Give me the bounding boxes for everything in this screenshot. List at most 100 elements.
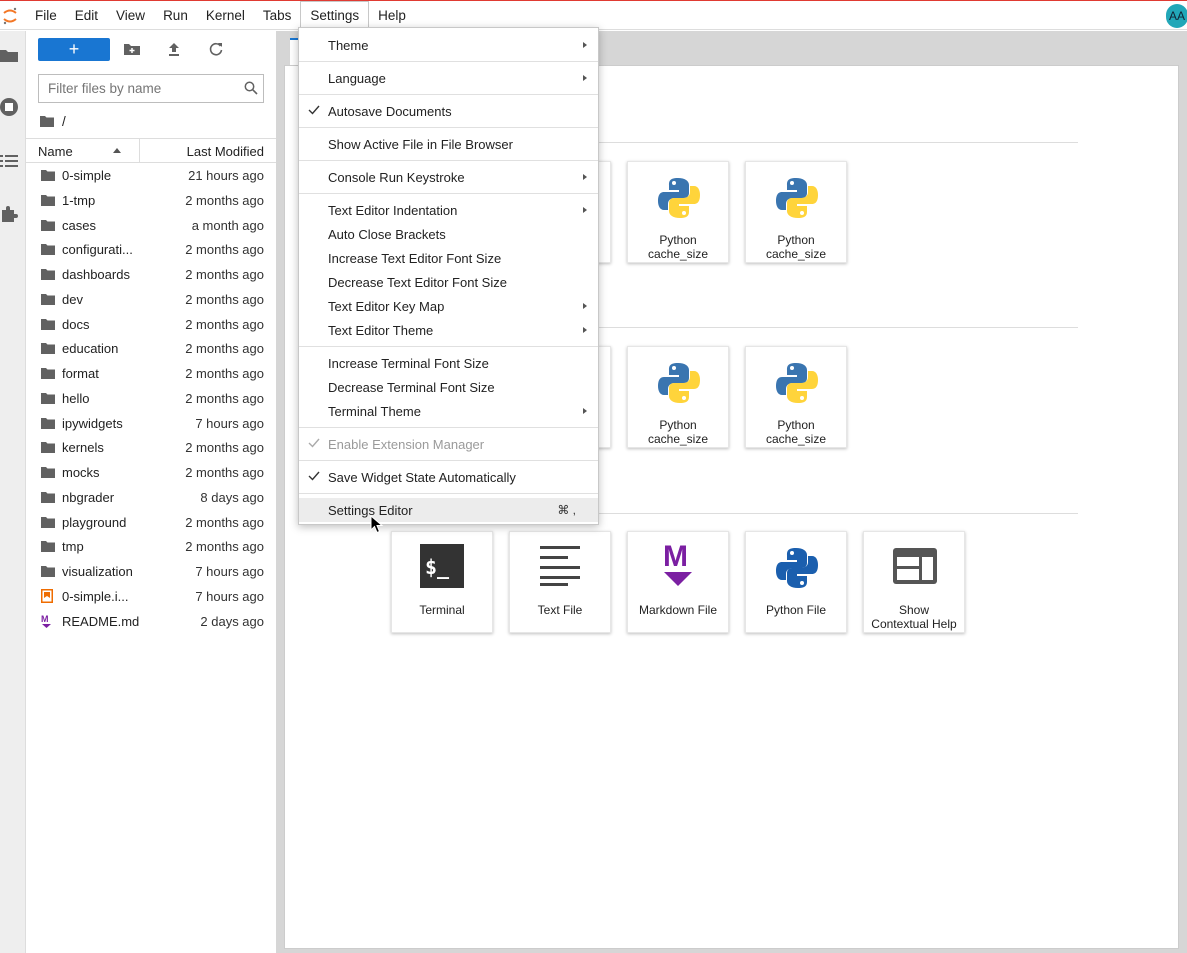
file-filter-input[interactable] bbox=[39, 75, 229, 102]
menu-item-settings-editor[interactable]: Settings Editor ⌘ , bbox=[299, 498, 598, 522]
menu-item-terminal-theme[interactable]: Terminal Theme bbox=[299, 399, 598, 423]
menu-separator bbox=[299, 127, 598, 128]
file-row[interactable]: tmp 2 months ago bbox=[26, 534, 276, 559]
folder-icon bbox=[41, 269, 55, 280]
file-last-modified: 2 months ago bbox=[185, 465, 264, 480]
notebook-card-python-cache-size-2[interactable]: Python cache_size bbox=[745, 161, 847, 263]
file-last-modified: 7 hours ago bbox=[195, 564, 264, 579]
table-of-contents-icon[interactable] bbox=[0, 152, 18, 170]
breadcrumb-root[interactable]: / bbox=[62, 114, 66, 129]
menu-tabs[interactable]: Tabs bbox=[254, 1, 301, 31]
text-file-card[interactable]: Text File bbox=[509, 531, 611, 633]
upload-icon[interactable] bbox=[165, 40, 183, 58]
menu-item-language[interactable]: Language bbox=[299, 66, 598, 90]
file-last-modified: 7 hours ago bbox=[195, 588, 264, 604]
console-card-python-cache-size-1[interactable]: Python cache_size bbox=[627, 346, 729, 448]
menu-separator bbox=[299, 427, 598, 428]
file-row[interactable]: docs 2 months ago bbox=[26, 312, 276, 337]
file-name: configurati... bbox=[62, 242, 133, 258]
menu-run[interactable]: Run bbox=[154, 1, 197, 31]
folder-icon bbox=[41, 516, 55, 528]
file-row[interactable]: 1-tmp 2 months ago bbox=[26, 188, 276, 213]
menu-item-decrease-terminal-font[interactable]: Decrease Terminal Font Size bbox=[299, 375, 598, 399]
python-file-icon bbox=[776, 548, 818, 588]
menu-item-text-editor-key-map[interactable]: Text Editor Key Map bbox=[299, 294, 598, 318]
file-row[interactable]: mocks 2 months ago bbox=[26, 460, 276, 485]
file-last-modified: a month ago bbox=[191, 217, 264, 233]
python-file-card[interactable]: Python File bbox=[745, 531, 847, 633]
menu-item-save-widget-state[interactable]: Save Widget State Automatically bbox=[299, 465, 598, 489]
svg-text:$_: $_ bbox=[425, 555, 450, 579]
menu-separator bbox=[299, 61, 598, 62]
file-filter-field[interactable] bbox=[38, 74, 264, 103]
menu-item-text-editor-theme[interactable]: Text Editor Theme bbox=[299, 318, 598, 342]
file-row[interactable]: format 2 months ago bbox=[26, 361, 276, 386]
file-row[interactable]: kernels 2 months ago bbox=[26, 435, 276, 460]
console-card-python-cache-size-2[interactable]: Python cache_size bbox=[745, 346, 847, 448]
menu-item-show-active-file[interactable]: Show Active File in File Browser bbox=[299, 132, 598, 156]
file-name: tmp bbox=[62, 539, 84, 555]
menu-item-text-editor-indentation[interactable]: Text Editor Indentation bbox=[299, 198, 598, 222]
submenu-arrow-icon bbox=[583, 207, 587, 213]
file-name: docs bbox=[62, 316, 90, 332]
file-row[interactable]: configurati... 2 months ago bbox=[26, 237, 276, 262]
card-label: Python cache_size bbox=[765, 418, 827, 446]
file-row[interactable]: nbgrader 8 days ago bbox=[26, 485, 276, 510]
folder-icon bbox=[41, 417, 55, 429]
menu-item-auto-close-brackets[interactable]: Auto Close Brackets bbox=[299, 222, 598, 246]
refresh-icon[interactable] bbox=[207, 40, 225, 58]
file-row[interactable]: education 2 months ago bbox=[26, 336, 276, 361]
file-row[interactable]: dev 2 months ago bbox=[26, 287, 276, 312]
menu-edit[interactable]: Edit bbox=[66, 1, 107, 31]
menu-item-autosave-documents[interactable]: Autosave Documents bbox=[299, 99, 598, 123]
file-row[interactable]: dashboards 2 months ago bbox=[26, 262, 276, 287]
column-header-name[interactable]: Name bbox=[38, 144, 73, 159]
extensions-puzzle-icon[interactable] bbox=[0, 205, 18, 223]
new-launcher-button[interactable]: + bbox=[38, 38, 110, 61]
folder-icon[interactable] bbox=[0, 46, 18, 64]
file-row[interactable]: M README.md 2 days ago bbox=[26, 609, 276, 634]
left-activity-bar bbox=[0, 31, 26, 953]
panel-splitter[interactable] bbox=[276, 31, 284, 953]
menu-item-decrease-text-editor-font[interactable]: Decrease Text Editor Font Size bbox=[299, 270, 598, 294]
user-avatar[interactable]: AA bbox=[1166, 4, 1187, 28]
running-stop-icon[interactable] bbox=[0, 98, 18, 116]
menu-separator bbox=[299, 346, 598, 347]
menu-item-increase-terminal-font[interactable]: Increase Terminal Font Size bbox=[299, 351, 598, 375]
home-folder-icon[interactable] bbox=[40, 115, 54, 127]
file-row[interactable]: 0-simple 21 hours ago bbox=[26, 163, 276, 188]
file-row[interactable]: visualization 7 hours ago bbox=[26, 559, 276, 584]
file-name: cases bbox=[62, 217, 96, 233]
menu-item-theme[interactable]: Theme bbox=[299, 33, 598, 57]
file-row[interactable]: 0-simple.i... 7 hours ago bbox=[26, 584, 276, 609]
file-row[interactable]: playground 2 months ago bbox=[26, 510, 276, 535]
file-row[interactable]: cases a month ago bbox=[26, 213, 276, 238]
terminal-card[interactable]: $_ Terminal bbox=[391, 531, 493, 633]
top-menu-bar: File Edit View Run Kernel Tabs Settings … bbox=[0, 0, 1187, 31]
file-row[interactable]: hello 2 months ago bbox=[26, 386, 276, 411]
menu-view[interactable]: View bbox=[107, 1, 154, 31]
submenu-arrow-icon bbox=[583, 303, 587, 309]
file-row[interactable]: ipywidgets 7 hours ago bbox=[26, 411, 276, 436]
folder-icon bbox=[41, 293, 55, 305]
file-name: kernels bbox=[62, 440, 104, 456]
folder-icon bbox=[41, 392, 55, 404]
menu-kernel[interactable]: Kernel bbox=[197, 1, 254, 31]
markdown-file-card[interactable]: M Markdown File bbox=[627, 531, 729, 633]
new-folder-icon[interactable] bbox=[123, 40, 141, 58]
column-divider[interactable] bbox=[139, 139, 140, 163]
column-header-last-modified[interactable]: Last Modified bbox=[187, 144, 264, 159]
contextual-help-card[interactable]: Show Contextual Help bbox=[863, 531, 965, 633]
breadcrumb: / bbox=[40, 111, 66, 131]
jupyter-logo-icon[interactable] bbox=[2, 7, 18, 25]
menu-item-console-run-keystroke[interactable]: Console Run Keystroke bbox=[299, 165, 598, 189]
terminal-icon: $_ bbox=[420, 544, 464, 588]
notebook-card-python-cache-size-1[interactable]: Python cache_size bbox=[627, 161, 729, 263]
file-last-modified: 2 months ago bbox=[185, 242, 264, 258]
menu-file[interactable]: File bbox=[26, 1, 66, 31]
menu-separator bbox=[299, 460, 598, 461]
file-last-modified: 2 months ago bbox=[185, 341, 264, 357]
file-last-modified: 2 months ago bbox=[185, 390, 264, 406]
file-last-modified: 2 months ago bbox=[185, 440, 264, 456]
menu-item-increase-text-editor-font[interactable]: Increase Text Editor Font Size bbox=[299, 246, 598, 270]
